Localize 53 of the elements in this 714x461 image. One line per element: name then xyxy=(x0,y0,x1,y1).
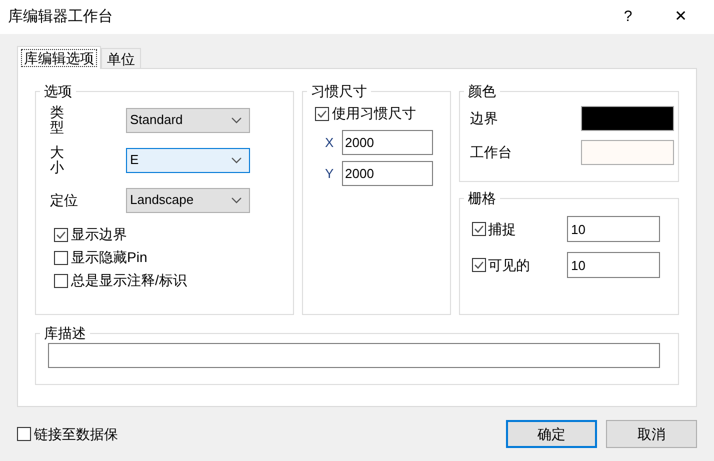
color-label: 边界 xyxy=(470,108,498,128)
dialog-button[interactable]: 确定 xyxy=(506,420,597,448)
tab[interactable]: 库编辑选项 xyxy=(17,46,101,69)
chevron-down-icon xyxy=(231,116,242,124)
checkmark-icon xyxy=(56,230,66,238)
checkbox[interactable] xyxy=(472,258,486,272)
description-field[interactable] xyxy=(48,343,660,368)
color-swatch[interactable] xyxy=(581,106,674,130)
checkbox-label: 显示边界 xyxy=(71,225,127,244)
group-title: 栅格 xyxy=(467,190,497,206)
field-label: Y xyxy=(325,164,335,183)
dropdown[interactable]: Landscape xyxy=(126,188,250,212)
checkbox-label: 链接至数据保 xyxy=(34,424,118,444)
dropdown[interactable]: E xyxy=(126,148,250,172)
chevron-down-icon xyxy=(231,156,242,164)
checkbox-label: 总是显示注释/标识 xyxy=(71,271,187,290)
dialog-button[interactable]: 取消 xyxy=(606,420,697,448)
dropdown-value: E xyxy=(130,151,139,170)
group-title: 颜色 xyxy=(467,83,497,99)
field-label: 大小 xyxy=(49,144,65,176)
color-swatch[interactable] xyxy=(581,140,674,164)
checkbox-label: 捕捉 xyxy=(488,220,517,238)
help-button[interactable]: ? xyxy=(608,6,648,28)
group-title: 库描述 xyxy=(43,325,87,341)
checkbox[interactable] xyxy=(315,106,329,120)
field-label: 定位 xyxy=(49,192,79,208)
group-title: 习惯尺寸 xyxy=(310,83,368,99)
checkbox-label: 使用习惯尺寸 xyxy=(332,104,416,123)
checkbox-label: 显示隐藏Pin xyxy=(71,248,148,267)
close-button[interactable]: ✕ xyxy=(656,6,706,28)
checkbox[interactable] xyxy=(472,222,486,236)
input-field[interactable]: 2000 xyxy=(342,161,433,186)
checkbox[interactable] xyxy=(54,274,68,288)
checkbox[interactable] xyxy=(54,228,68,242)
field-label: X xyxy=(325,134,335,152)
dropdown[interactable]: Standard xyxy=(126,108,250,132)
tab[interactable]: 单位 xyxy=(101,48,141,68)
input-field[interactable]: 2000 xyxy=(342,130,433,155)
dropdown-value: Standard xyxy=(130,111,183,130)
dropdown-value: Landscape xyxy=(130,191,194,210)
input-field[interactable]: 10 xyxy=(567,252,660,278)
checkmark-icon xyxy=(317,110,327,118)
field-label: 类型 xyxy=(49,104,65,136)
window-title: 库编辑器工作台 xyxy=(8,6,113,27)
checkbox[interactable] xyxy=(54,250,68,264)
group-title: 选项 xyxy=(43,83,73,99)
checkbox[interactable] xyxy=(17,427,31,441)
checkmark-icon xyxy=(474,261,484,269)
color-label: 工作台 xyxy=(470,142,512,162)
checkmark-icon xyxy=(474,225,484,233)
checkbox-label: 可见的 xyxy=(488,256,531,274)
input-field[interactable]: 10 xyxy=(567,216,660,242)
chevron-down-icon xyxy=(231,196,242,204)
